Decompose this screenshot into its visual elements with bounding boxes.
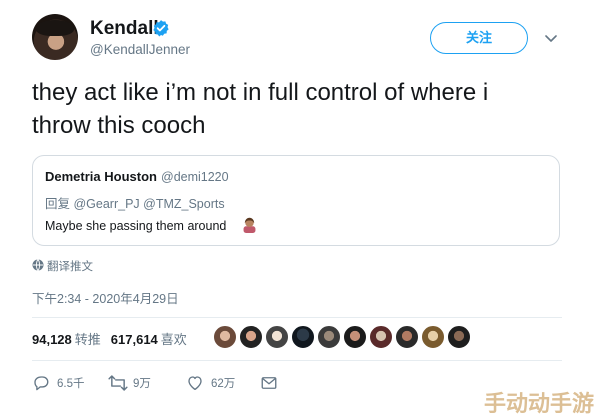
liker-avatar[interactable]: [395, 325, 419, 349]
divider: [32, 317, 562, 318]
liker-avatar[interactable]: [317, 325, 341, 349]
liker-avatar[interactable]: [343, 325, 367, 349]
chevron-down-icon[interactable]: [545, 35, 557, 43]
retweet-count-label[interactable]: 转推: [75, 332, 101, 347]
watermark: 手动动手游: [484, 392, 594, 417]
shrug-emoji-icon: [243, 217, 256, 233]
author-avatar[interactable]: [32, 14, 78, 60]
retweet-count[interactable]: 94,128: [32, 332, 72, 347]
quoted-tweet-text: Maybe she passing them around: [45, 219, 227, 233]
quoted-author-name: Demetria Houston: [45, 169, 157, 184]
liker-avatar[interactable]: [447, 325, 471, 349]
translate-tweet-link[interactable]: 翻译推文: [47, 258, 93, 274]
liker-avatar[interactable]: [369, 325, 393, 349]
tweet-timestamp[interactable]: 下午2:34 - 2020年4月29日: [32, 288, 179, 307]
quoted-reply-context: 回复 @Gearr_PJ @TMZ_Sports: [45, 197, 225, 211]
liker-avatar[interactable]: [291, 325, 315, 349]
retweet-action-count: 9万: [133, 378, 151, 390]
verified-badge-icon: [153, 20, 169, 37]
like-action-count: 62万: [211, 378, 236, 390]
reply-count: 6.5千: [57, 378, 85, 390]
engagement-stats: 94,128 转推 617,614 喜欢: [32, 329, 187, 348]
divider: [32, 360, 562, 361]
envelope-icon: [261, 377, 277, 389]
retweet-button[interactable]: 9万: [108, 372, 178, 394]
like-count[interactable]: 617,614: [111, 332, 158, 347]
heart-icon: [188, 376, 202, 391]
liker-avatar[interactable]: [213, 325, 237, 349]
tweet-text-line: they act like i’m not in full control of…: [32, 79, 489, 106]
liker-avatar[interactable]: [265, 325, 289, 349]
like-button[interactable]: 62万: [186, 372, 256, 394]
reply-button[interactable]: 6.5千: [32, 372, 102, 394]
follow-button[interactable]: 关注: [430, 22, 528, 54]
quoted-author-handle: @demi1220: [161, 170, 229, 184]
like-count-label[interactable]: 喜欢: [161, 332, 187, 347]
direct-message-button[interactable]: [260, 372, 284, 394]
retweet-icon: [108, 375, 128, 391]
tweet-text: they act like i’m not in full control of…: [32, 76, 562, 142]
liker-avatar[interactable]: [239, 325, 263, 349]
reply-icon: [34, 376, 49, 391]
author-display-name[interactable]: Kendall: [90, 18, 159, 40]
globe-icon: [32, 259, 44, 271]
liker-avatar[interactable]: [421, 325, 445, 349]
author-handle[interactable]: @KendallJenner: [90, 42, 190, 57]
tweet-text-line: throw this cooch: [32, 112, 206, 139]
quoted-tweet-card[interactable]: Demetria Houston @demi1220 回复 @Gearr_PJ …: [32, 155, 560, 246]
